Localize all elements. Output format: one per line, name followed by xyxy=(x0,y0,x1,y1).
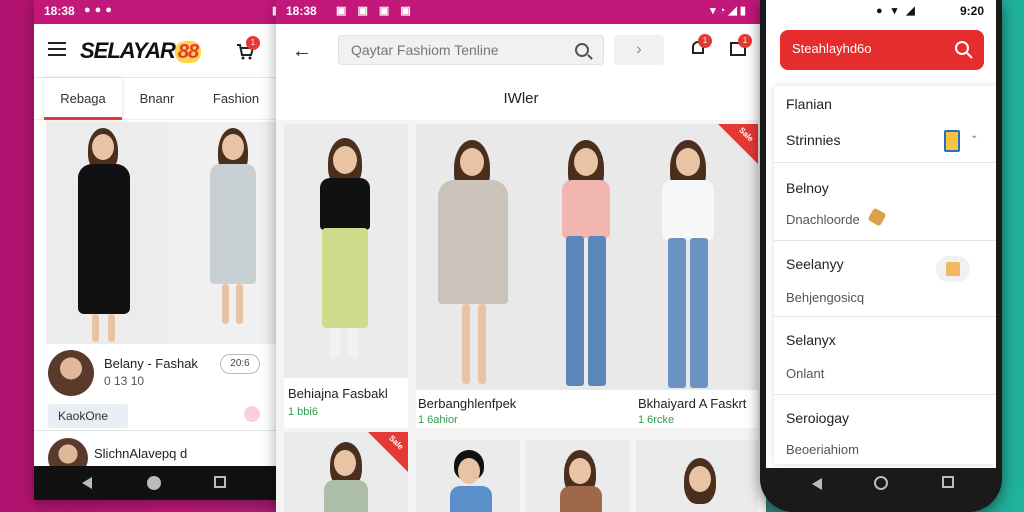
sale-badge-label: Sale xyxy=(736,125,755,144)
status-right-icons: ▾ ◔ ◢ ▮ xyxy=(710,5,746,17)
search-input[interactable]: Qaytar Fashiom Tenline xyxy=(338,35,604,65)
list-item[interactable]: Seroiogay xyxy=(774,410,996,426)
phone-screen: ● ▾ ◢ 9:20 Steahlayhd6o Flanian Strinnie… xyxy=(766,0,996,468)
cart-icon[interactable]: 1 xyxy=(728,34,752,58)
status-time: 18:38 xyxy=(44,4,75,18)
product-tile-black-dress[interactable] xyxy=(46,122,168,344)
product-title: Behiajna Fasbakl xyxy=(288,386,388,401)
brand-text: SELAYAR xyxy=(80,38,176,63)
product-card-1[interactable]: Behiajna Fasbakl 1 bbi6 xyxy=(284,124,408,428)
cart-icon[interactable]: 1 xyxy=(234,36,260,62)
product-card-7[interactable] xyxy=(636,440,758,512)
status-time: 9:20 xyxy=(959,4,984,18)
tab-fashion[interactable]: Fashion xyxy=(196,78,276,120)
tab-bnanr[interactable]: Bnanr xyxy=(122,78,192,120)
seller-name: Belany - Fashak xyxy=(104,356,198,371)
list-item[interactable]: Selanyx xyxy=(774,332,996,348)
search-placeholder: Qaytar Fashiom Tenline xyxy=(351,42,499,58)
nav-back-icon[interactable] xyxy=(812,478,822,490)
app-bar: ← Qaytar Fashiom Tenline › 1 1 xyxy=(276,24,766,76)
nav-home-icon[interactable] xyxy=(147,476,161,490)
heart-icon[interactable] xyxy=(244,406,260,422)
list-item-sub: Beoeriahiom xyxy=(786,442,859,457)
divider xyxy=(774,394,996,395)
product-image xyxy=(284,124,408,378)
divider xyxy=(774,162,996,163)
status-icons: ▣ ▣ ▣ ▣ xyxy=(336,5,415,17)
product-price: 1 bbi6 xyxy=(288,406,318,418)
app-bar: SELAYAR 88 1 xyxy=(34,24,284,78)
brand-number: 88 xyxy=(174,41,202,63)
nav-home-icon[interactable] xyxy=(874,476,888,490)
nav-recents-icon[interactable] xyxy=(942,476,954,488)
product-card-5[interactable] xyxy=(416,440,520,512)
phone-middle: 18:38 ▣ ▣ ▣ ▣ ▾ ◔ ◢ ▮ ← Qaytar Fashiom T… xyxy=(276,0,766,512)
chevron-down-icon[interactable]: ⌄ xyxy=(970,130,978,141)
product-title: Bkhaiyard A Faskrt xyxy=(638,396,747,411)
product-card-4[interactable]: Sale xyxy=(284,432,408,512)
list-item-sub: Behjengosicq xyxy=(786,290,865,305)
avatar xyxy=(48,350,94,396)
status-icons: ● ▾ ◢ xyxy=(876,5,918,17)
product-title: Berbanghlenfpek xyxy=(418,396,517,411)
brand-logo: SELAYAR 88 xyxy=(80,38,202,64)
chevron-right-icon: › xyxy=(636,41,642,58)
divider xyxy=(774,240,996,241)
notification-icon[interactable]: 1 xyxy=(688,34,712,58)
product-price: 1 6ahior xyxy=(418,414,458,426)
divider xyxy=(34,430,284,431)
tag-chip[interactable]: KaokOne xyxy=(48,404,128,428)
list-item[interactable]: Flanian xyxy=(774,96,996,112)
status-bar: ● ▾ ◢ 9:20 xyxy=(766,0,996,24)
nav-recents-icon[interactable] xyxy=(214,476,226,488)
seller2-name: SlichnAlavepq d xyxy=(94,446,188,461)
phone-right: ● ▾ ◢ 9:20 Steahlayhd6o Flanian Strinnie… xyxy=(760,0,1002,512)
filter-button[interactable]: › xyxy=(614,35,664,65)
tab-rebaga[interactable]: Rebaga xyxy=(44,78,122,120)
status-bar: 18:38 ▣ ▣ ▣ ▣ ▾ ◔ ◢ ▮ xyxy=(276,0,766,24)
list-item[interactable]: Strinnies xyxy=(774,132,996,148)
item-thumb xyxy=(936,256,970,282)
status-time: 18:38 xyxy=(286,4,317,18)
nav-bar xyxy=(760,468,1002,512)
search-bar[interactable]: Steahlayhd6o xyxy=(780,30,984,70)
seller-tag[interactable]: 20:6 xyxy=(220,354,260,374)
seller-row[interactable]: Belany - Fashak 0 13 10 20:6 xyxy=(44,344,284,400)
divider xyxy=(774,316,996,317)
notification-badge: 1 xyxy=(698,34,712,48)
nav-back-icon[interactable] xyxy=(82,477,92,489)
search-icon[interactable] xyxy=(954,40,974,60)
cart-badge: 1 xyxy=(246,36,260,50)
menu-icon[interactable] xyxy=(48,42,66,56)
nav-bar xyxy=(34,466,284,500)
product-card-group[interactable]: Sale Berbanghlenfpek 1 6ahior Bkhaiyard … xyxy=(416,124,758,428)
product-card-6[interactable] xyxy=(526,440,630,512)
cart-badge: 1 xyxy=(738,34,752,48)
section-title: IWler xyxy=(503,90,539,107)
status-bar: 18:38 ●●● ▮ xyxy=(34,0,284,24)
category-tabs: Rebaga Bnanr Fashion xyxy=(34,78,284,120)
back-arrow-icon[interactable]: ← xyxy=(292,40,312,63)
phone-left: 18:38 ●●● ▮ SELAYAR 88 1 Rebaga Bnanr Fas… xyxy=(34,0,284,500)
sale-badge: Sale xyxy=(368,432,408,472)
status-icons: ●●● xyxy=(84,4,116,16)
product-tile-grey-dress[interactable] xyxy=(168,122,284,344)
seller-sub: 0 13 10 xyxy=(104,374,145,388)
sale-badge-label: Sale xyxy=(386,433,405,452)
product-price: 1 6rcke xyxy=(638,414,675,426)
list-item-sub: Onlant xyxy=(786,366,825,381)
list-item[interactable]: Belnoy xyxy=(774,180,996,196)
menu-list: Flanian Strinnies ⌄ Belnoy Dnachloorde S… xyxy=(774,86,996,464)
search-icon[interactable] xyxy=(575,43,589,57)
product-image xyxy=(416,124,758,390)
search-label: Steahlayhd6o xyxy=(792,41,872,56)
drink-icon xyxy=(944,130,960,152)
